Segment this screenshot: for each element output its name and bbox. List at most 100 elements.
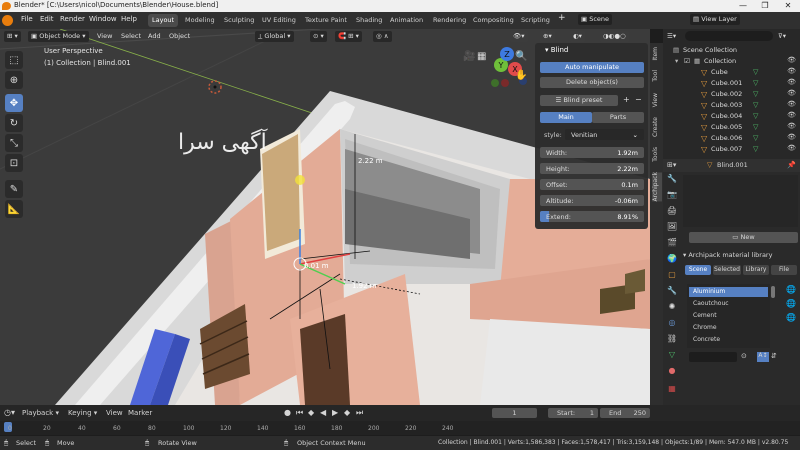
overlay-toggle-icon[interactable]: ◐▾ <box>570 31 585 42</box>
material-item[interactable]: Aluminium <box>689 287 768 297</box>
material-filter-input[interactable] <box>689 352 737 362</box>
ntab-tool[interactable]: Tool <box>652 70 662 82</box>
blind-panel-header[interactable]: ▾ Blind <box>535 43 648 57</box>
properties-editor-icon[interactable]: ⊞▾ <box>667 161 676 169</box>
eye-icon[interactable]: 👁 <box>787 56 796 64</box>
outliner-row-object[interactable]: ▽ Cube.006 ▽ 👁 <box>663 133 800 144</box>
tab-texture-paint[interactable]: Texture Paint <box>301 14 351 27</box>
next-keyframe-icon[interactable]: ◆ <box>344 408 350 417</box>
timeline-menu-view[interactable]: View <box>106 409 123 417</box>
auto-manipulate-button[interactable]: Auto manipulate <box>540 62 644 73</box>
blind-preset-dropdown[interactable]: ☰ Blind preset <box>540 95 618 106</box>
tab-sculpting[interactable]: Sculpting <box>220 14 258 27</box>
pivot-icon[interactable]: ⊙ ▾ <box>310 31 327 42</box>
new-button[interactable]: ▭ New <box>689 232 798 243</box>
tool-properties-icon[interactable]: 🔧 <box>665 171 679 185</box>
eye-icon[interactable]: 👁 <box>787 78 796 86</box>
editor-type-button[interactable]: ⊞ ▾ <box>4 31 21 42</box>
pin-icon[interactable]: 📌 <box>787 161 796 169</box>
zoom-magnifier-icon[interactable]: 🔍 <box>515 51 527 62</box>
tab-compositing[interactable]: Compositing <box>469 14 518 27</box>
particles-properties-icon[interactable]: ✺ <box>665 299 679 313</box>
jump-start-icon[interactable]: ⏮ <box>296 408 303 418</box>
tab-rendering[interactable]: Rendering <box>429 14 470 27</box>
archipack-library-header[interactable]: ▾ Archipack material library <box>683 251 772 259</box>
tab-uv-editing[interactable]: UV Editing <box>258 14 300 27</box>
vp-menu-view[interactable]: View <box>97 31 112 42</box>
current-frame-field[interactable]: 1 <box>492 408 537 418</box>
ortho-grid-icon[interactable]: ▦ <box>477 51 486 62</box>
outliner-row-object[interactable]: ▽ Cube.007 ▽ 👁 <box>663 144 800 155</box>
render-properties-icon[interactable]: 📷 <box>665 187 679 201</box>
ntab-item[interactable]: Item <box>652 47 662 61</box>
modifier-properties-icon[interactable]: 🔧 <box>665 283 679 297</box>
tab-layout[interactable]: Layout <box>148 14 179 27</box>
transform-tool-icon[interactable]: ⊡ <box>5 154 23 172</box>
add-workspace-button[interactable]: + <box>558 13 566 23</box>
tab-main[interactable]: Main <box>540 112 592 123</box>
width-field[interactable]: Width: 1.92m <box>540 147 644 158</box>
jump-end-icon[interactable]: ⏭ <box>356 408 363 418</box>
move-tool-icon[interactable]: ✥ <box>5 94 23 112</box>
gizmo-toggle-icon[interactable]: ⊕▾ <box>540 31 555 42</box>
tab-scripting[interactable]: Scripting <box>517 14 554 27</box>
blender-menu-icon[interactable] <box>2 15 13 26</box>
outliner-search-input[interactable] <box>685 31 773 41</box>
sort-icon[interactable]: ⇵ <box>771 352 777 360</box>
vp-menu-select[interactable]: Select <box>121 31 141 42</box>
view-layer-properties-icon[interactable]: 🖼 <box>665 219 679 233</box>
texture-properties-icon[interactable]: ▦ <box>665 381 679 395</box>
visibility-icon[interactable]: 👁▾ <box>510 31 528 42</box>
checkbox-icon[interactable]: ☑ <box>684 57 690 65</box>
maximize-button[interactable]: ❐ <box>754 0 776 12</box>
eye-icon[interactable]: 👁 <box>787 144 796 152</box>
eye-icon[interactable]: 👁 <box>787 89 796 97</box>
sort-az-icon[interactable]: A↕ <box>757 352 769 362</box>
ntab-archipack[interactable]: Archipack <box>652 172 662 202</box>
prev-keyframe-icon[interactable]: ◆ <box>308 408 314 417</box>
select-box-tool-icon[interactable]: ⬚ <box>5 51 23 69</box>
timeline-menu-keying[interactable]: Keying ▾ <box>68 409 97 417</box>
menu-file[interactable]: File <box>21 15 33 23</box>
end-frame-field[interactable]: End 250 <box>600 408 650 418</box>
scene-selector[interactable]: ▣ Scene <box>578 14 613 25</box>
tab-shading[interactable]: Shading <box>352 14 386 27</box>
filter-icon[interactable]: ⊽▾ <box>778 32 786 40</box>
shading-modes-icon[interactable]: ◑◐●○ <box>600 31 629 42</box>
eye-icon[interactable]: 👁 <box>787 122 796 130</box>
globe-icon[interactable]: 🌐 <box>786 299 796 308</box>
offset-field[interactable]: Offset: 0.1m <box>540 179 644 190</box>
play-reverse-icon[interactable]: ◀ <box>320 408 326 417</box>
list-scrollbar[interactable] <box>771 286 775 298</box>
outliner-row-object[interactable]: ▽ Cube.002 ▽ 👁 <box>663 89 800 100</box>
outliner-row-object[interactable]: ▽ Cube ▽ 👁 <box>663 67 800 78</box>
eye-icon[interactable]: 👁 <box>787 67 796 75</box>
eye-icon[interactable]: 👁 <box>787 100 796 108</box>
eye-icon[interactable]: 👁 <box>787 111 796 119</box>
ntab-tools[interactable]: Tools <box>652 147 662 162</box>
globe-icon[interactable]: 🌐 <box>786 285 796 294</box>
material-item[interactable]: Chrome <box>689 323 768 333</box>
ntab-create[interactable]: Create <box>652 117 662 137</box>
menu-edit[interactable]: Edit <box>40 15 54 23</box>
outliner-row-collection[interactable]: ▾ ☑ ▦ Collection 👁 <box>663 56 800 67</box>
menu-window[interactable]: Window <box>89 15 117 23</box>
minimize-button[interactable]: — <box>732 0 754 12</box>
timeline-menu-marker[interactable]: Marker <box>128 409 152 417</box>
outliner-editor-icon[interactable]: ☰▾ <box>667 32 676 40</box>
measure-tool-icon[interactable]: 📐 <box>5 200 23 218</box>
extend-field[interactable]: Extend: 8.91% <box>540 211 644 222</box>
output-properties-icon[interactable]: 🖨 <box>665 203 679 217</box>
scene-properties-icon[interactable]: 🎬 <box>665 235 679 249</box>
lib-tab-file[interactable]: File <box>771 265 797 275</box>
tab-parts[interactable]: Parts <box>592 112 644 123</box>
play-icon[interactable]: ▶ <box>332 408 338 417</box>
lib-tab-scene[interactable]: Scene <box>685 265 711 275</box>
constraints-properties-icon[interactable]: ⛓ <box>665 331 679 345</box>
material-properties-icon[interactable]: ● <box>665 363 679 377</box>
snap-icon[interactable]: 🧲 ⊞ ▾ <box>335 31 362 42</box>
delete-object-button[interactable]: Delete object(s) <box>540 77 644 88</box>
object-properties-icon[interactable]: ▢ <box>665 267 679 281</box>
world-properties-icon[interactable]: 🌍 <box>665 251 679 265</box>
outliner-row-scene-collection[interactable]: ▤ Scene Collection <box>663 45 800 56</box>
